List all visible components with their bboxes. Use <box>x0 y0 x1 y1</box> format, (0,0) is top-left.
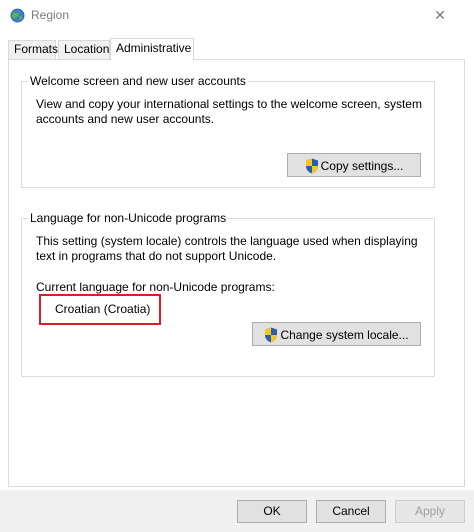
non-unicode-description-line1: This setting (system locale) controls th… <box>36 234 418 248</box>
apply-button[interactable]: Apply <box>395 500 465 523</box>
tab-location[interactable]: Location <box>58 40 110 59</box>
window-title: Region <box>31 8 70 22</box>
change-system-locale-label: Change system locale... <box>280 327 409 342</box>
uac-shield-icon <box>305 158 318 174</box>
uac-shield-icon <box>265 327 278 343</box>
non-unicode-description-line2: text in programs that do not support Uni… <box>36 249 277 263</box>
current-language-label: Current language for non-Unicode program… <box>36 280 275 294</box>
non-unicode-legend: Language for non-Unicode programs <box>28 211 229 225</box>
welcome-description-line2: accounts and new user accounts. <box>36 112 215 126</box>
copy-settings-button[interactable]: Copy settings... <box>287 153 421 177</box>
ok-button[interactable]: OK <box>237 500 307 523</box>
globe-icon <box>10 8 25 23</box>
cancel-button[interactable]: Cancel <box>316 500 386 523</box>
welcome-description-line1: View and copy your international setting… <box>36 97 422 111</box>
title-bar: Region ✕ <box>0 0 474 32</box>
tab-formats[interactable]: Formats <box>8 40 58 59</box>
current-language-value: Croatian (Croatia) <box>55 302 151 316</box>
welcome-screen-legend: Welcome screen and new user accounts <box>28 74 248 88</box>
close-button[interactable]: ✕ <box>428 4 452 26</box>
tab-administrative[interactable]: Administrative <box>110 38 194 60</box>
change-system-locale-button[interactable]: Change system locale... <box>252 322 421 346</box>
copy-settings-label: Copy settings... <box>320 158 404 173</box>
close-icon: ✕ <box>434 7 446 23</box>
region-dialog: Region ✕ Formats Location Administrative… <box>0 0 474 532</box>
